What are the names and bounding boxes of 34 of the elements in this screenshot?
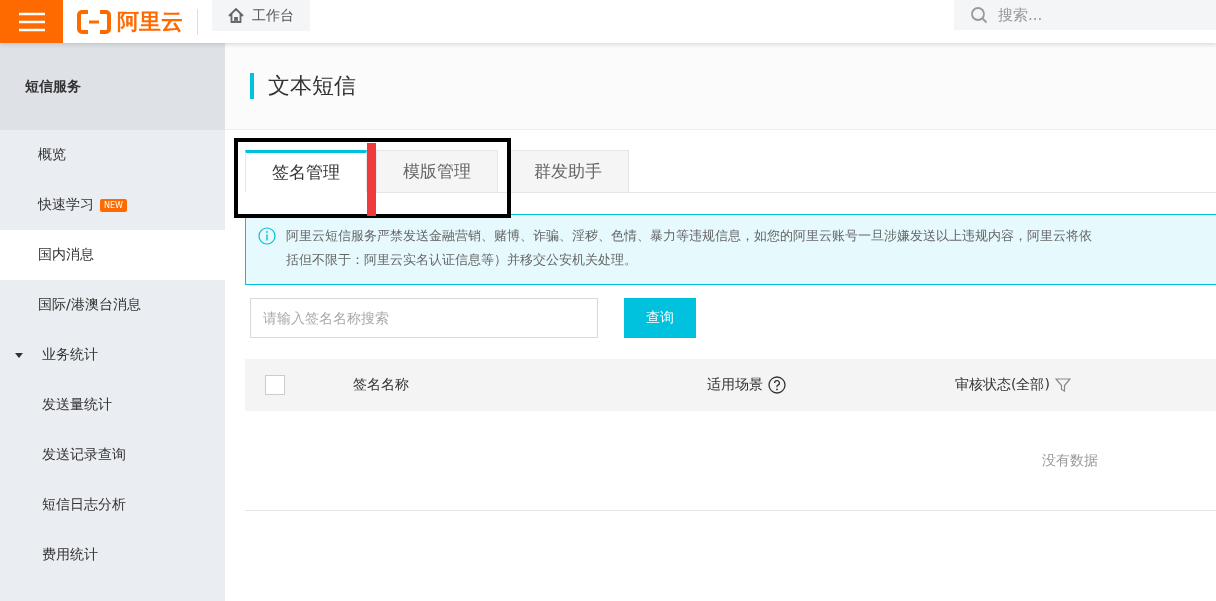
home-tab[interactable]: 工作台 — [212, 0, 310, 31]
sidebar-item[interactable]: 短信日志分析 — [0, 480, 225, 530]
sidebar-item[interactable]: 国际/港澳台消息 — [0, 280, 225, 330]
page-title: 文本短信 — [268, 72, 356, 100]
sidebar-item[interactable]: 发送记录查询 — [0, 430, 225, 480]
notice-text: 括但不限于：阿里云实名认证信息等）并移交公安机关处理。 — [286, 251, 638, 268]
sidebar-item[interactable]: 业务统计 — [0, 330, 225, 380]
menu-icon — [18, 11, 45, 32]
logo-text: 阿里云 — [117, 7, 183, 36]
select-all-checkbox[interactable] — [265, 375, 285, 395]
sidebar-item[interactable]: 发送量统计 — [0, 380, 225, 430]
menu-button[interactable] — [0, 0, 63, 43]
logo-icon — [77, 9, 111, 34]
column-header: 签名名称 — [353, 376, 409, 394]
help-icon[interactable] — [768, 376, 786, 394]
sidebar-item[interactable]: 费用统计 — [0, 530, 225, 580]
empty-message: 没有数据 — [1042, 451, 1098, 470]
tab[interactable]: 模版管理 — [376, 150, 498, 193]
name-search-field[interactable]: 请输入签名名称搜索 — [250, 298, 598, 338]
sidebar-title: 短信服务 — [0, 43, 225, 130]
home-icon — [228, 8, 244, 23]
sidebar-item[interactable]: 概览 — [0, 130, 225, 180]
title-accent — [250, 73, 254, 99]
search-icon — [970, 5, 988, 24]
search-field[interactable]: 搜索... — [954, 0, 1216, 30]
notice-text: 阿里云短信服务严禁发送金融营销、赌博、诈骗、淫秽、色情、暴力等违规信息，如您的阿里云账号一旦涉嫌发送以上违规内容，阿里云将依 — [286, 227, 1092, 244]
tab[interactable]: 签名管理 — [245, 150, 367, 193]
column-header: 适用场景 — [707, 376, 763, 394]
new-badge: NEW — [100, 198, 127, 212]
filter-icon[interactable] — [1054, 377, 1071, 393]
info-icon — [258, 227, 276, 245]
sidebar-item[interactable]: 国内消息 — [0, 230, 225, 280]
sidebar-item[interactable]: 快速学习 NEW — [0, 180, 225, 230]
column-header: 审核状态(全部) — [955, 376, 1050, 394]
